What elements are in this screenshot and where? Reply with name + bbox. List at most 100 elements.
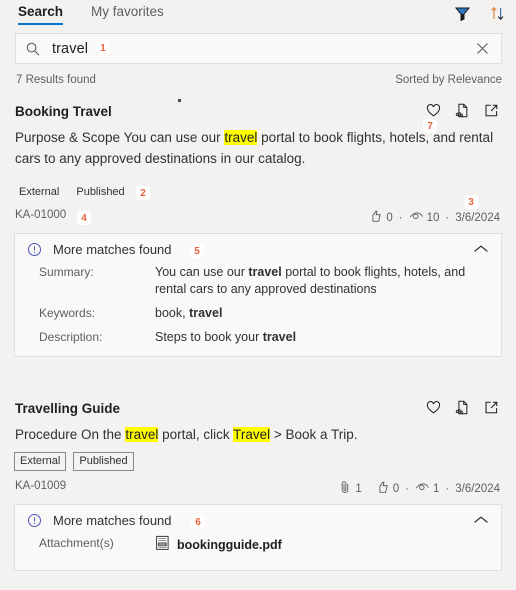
detail-value: You can use our travel portal to book fl… bbox=[155, 264, 501, 298]
result-article-id: KA-01000 bbox=[15, 209, 67, 221]
attachment-value: PDF bookingguide.pdf bbox=[155, 535, 501, 556]
meta-separator: · bbox=[445, 482, 450, 495]
copy-link-icon[interactable] bbox=[454, 102, 471, 119]
image-artifact-dot bbox=[178, 99, 181, 102]
result-date: 3/6/2024 bbox=[455, 482, 500, 495]
meta-separator: · bbox=[405, 482, 409, 495]
detail-label: Keywords: bbox=[39, 306, 96, 320]
attachment-file[interactable]: PDF bookingguide.pdf bbox=[155, 535, 487, 556]
detail-row: Summary: You can use our travel portal t… bbox=[15, 264, 501, 298]
search-box[interactable]: travel bbox=[15, 33, 502, 64]
tab-bar: Search My favorites bbox=[0, 0, 516, 29]
close-icon[interactable] bbox=[475, 41, 490, 56]
chevron-up-icon[interactable] bbox=[473, 515, 489, 525]
result-tags: External Published bbox=[14, 452, 134, 471]
meta-separator: · bbox=[398, 211, 403, 224]
result-title-link[interactable]: Booking Travel bbox=[15, 104, 112, 119]
favorite-heart-icon[interactable] bbox=[425, 102, 442, 119]
attachments-count: 1 bbox=[355, 482, 362, 495]
detail-text: You can use our bbox=[155, 265, 249, 279]
result-actions bbox=[425, 102, 500, 119]
filter-funnel-icon[interactable] bbox=[454, 5, 471, 22]
search-icon bbox=[25, 41, 41, 57]
likes-count: 0 bbox=[386, 211, 393, 224]
result-metadata: 0 · 10 · 3/6/2024 bbox=[369, 209, 500, 226]
snippet-text-plain: Procedure On the bbox=[15, 427, 126, 442]
annotation-badge-4: 4 bbox=[77, 211, 91, 225]
more-matches-panel: More matches found Summary: You can use … bbox=[14, 233, 502, 357]
copy-link-icon[interactable] bbox=[454, 399, 471, 416]
search-input[interactable]: travel bbox=[52, 41, 88, 57]
results-summary-bar: 7 Results found Sorted by Relevance bbox=[16, 74, 502, 86]
result-tags: External Published bbox=[14, 184, 130, 201]
snippet-highlight: Travel bbox=[233, 427, 271, 442]
eye-view-icon bbox=[415, 480, 430, 497]
views-group: 1 bbox=[415, 480, 439, 497]
sort-arrows-icon[interactable] bbox=[489, 5, 506, 22]
result-actions bbox=[425, 399, 500, 416]
annotation-badge-3: 3 bbox=[464, 195, 478, 209]
detail-row: Attachment(s) PDF bookingguide.pdf bbox=[15, 535, 501, 556]
tag-published[interactable]: Published bbox=[71, 184, 129, 201]
snippet-highlight: travel bbox=[125, 427, 159, 442]
detail-text: book, bbox=[155, 306, 190, 320]
detail-label: Description: bbox=[39, 330, 103, 344]
open-in-new-icon[interactable] bbox=[483, 399, 500, 416]
meta-separator: · bbox=[445, 211, 450, 224]
eye-view-icon bbox=[409, 209, 424, 226]
detail-row: Keywords: book, travel bbox=[15, 305, 501, 322]
more-matches-title: More matches found bbox=[53, 241, 172, 257]
more-matches-header[interactable]: More matches found bbox=[15, 505, 501, 535]
tag-external[interactable]: External bbox=[14, 184, 64, 201]
more-matches-header[interactable]: More matches found bbox=[15, 234, 501, 264]
views-count: 1 bbox=[432, 482, 440, 495]
detail-text: Steps to book your bbox=[155, 330, 263, 344]
likes-count: 0 bbox=[392, 482, 400, 495]
more-matches-body: Attachment(s) PDF bookingguide.pdf bbox=[15, 535, 501, 570]
views-group: 10 bbox=[409, 209, 440, 226]
sort-order-label[interactable]: Sorted by Relevance bbox=[395, 74, 502, 86]
attachment-file-name[interactable]: bookingguide.pdf bbox=[177, 537, 282, 554]
result-snippet: Purpose & Scope You can use our travel p… bbox=[15, 127, 496, 169]
snippet-highlight: travel bbox=[224, 130, 258, 145]
result-article-id: KA-01009 bbox=[15, 480, 67, 492]
detail-label: Summary: bbox=[39, 265, 94, 279]
tab-search-label: Search bbox=[18, 4, 64, 19]
detail-text-bold: travel bbox=[189, 306, 223, 320]
result-metadata: 1 0 · 1 · 3/6/2024 bbox=[339, 480, 500, 497]
annotation-badge-2: 2 bbox=[136, 186, 150, 200]
result-snippet: Procedure On the travel portal, click Tr… bbox=[15, 424, 496, 445]
views-count: 10 bbox=[426, 211, 440, 224]
thumbs-up-icon bbox=[369, 209, 383, 226]
result-title-link[interactable]: Travelling Guide bbox=[15, 401, 120, 416]
tag-published[interactable]: Published bbox=[73, 452, 134, 471]
result-date: 3/6/2024 bbox=[455, 211, 500, 224]
detail-text-bold: travel bbox=[248, 265, 282, 279]
likes-group: 0 bbox=[369, 209, 393, 226]
attachments-group: 1 bbox=[339, 480, 362, 497]
chevron-up-icon[interactable] bbox=[473, 244, 489, 254]
more-matches-panel: More matches found Attachment(s) PDF boo… bbox=[14, 504, 502, 571]
svg-text:PDF: PDF bbox=[159, 543, 165, 547]
detail-text-bold: travel bbox=[262, 330, 297, 344]
snippet-text-plain: > Book a Trip. bbox=[270, 427, 358, 442]
likes-group: 0 bbox=[376, 480, 399, 497]
tab-my-favorites[interactable]: My favorites bbox=[91, 0, 164, 20]
open-in-new-icon[interactable] bbox=[483, 102, 500, 119]
tag-external[interactable]: External bbox=[14, 452, 67, 471]
more-matches-body: Summary: You can use our travel portal t… bbox=[15, 264, 501, 356]
tab-my-favorites-label: My favorites bbox=[91, 4, 164, 19]
detail-value: book, travel bbox=[155, 305, 501, 322]
favorite-heart-icon[interactable] bbox=[425, 399, 442, 416]
info-circle-icon bbox=[27, 242, 42, 257]
detail-value: Steps to book your travel bbox=[155, 329, 501, 346]
results-count: 7 Results found bbox=[16, 74, 96, 86]
pdf-file-icon: PDF bbox=[155, 535, 170, 556]
detail-row: Description: Steps to book your travel bbox=[15, 329, 501, 346]
attachment-label: Attachment(s) bbox=[39, 536, 114, 550]
snippet-text-plain: portal, click bbox=[158, 427, 234, 442]
tab-search[interactable]: Search bbox=[18, 0, 64, 25]
more-matches-title: More matches found bbox=[53, 512, 172, 528]
snippet-text-plain: Purpose & Scope You can use our bbox=[15, 130, 225, 145]
knowledge-search-app: Search My favorites travel 7 Results fou… bbox=[0, 0, 516, 590]
